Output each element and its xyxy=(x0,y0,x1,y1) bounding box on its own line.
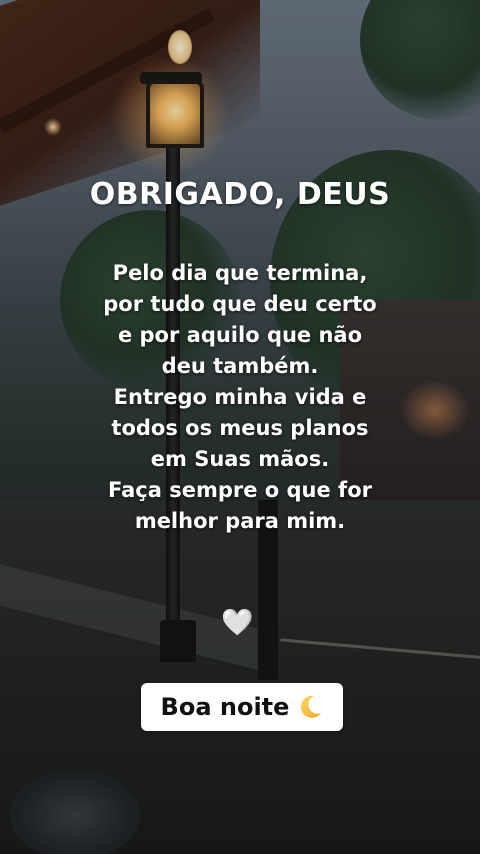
message-line: melhor para mim. xyxy=(134,509,346,533)
message-line: em Suas mãos. xyxy=(150,447,330,471)
white-heart-icon: 🤍 xyxy=(221,608,254,638)
crescent-moon-icon xyxy=(297,694,323,720)
greeting-label: Boa noite xyxy=(160,693,290,721)
greeting-badge: Boa noite xyxy=(141,683,343,731)
message-line: todos os meus planos xyxy=(111,416,369,440)
message-line: deu também. xyxy=(161,354,319,378)
message-line: por tudo que deu certo xyxy=(103,292,377,316)
page-title: OBRIGADO, DEUS xyxy=(89,177,391,212)
prayer-message: Pelo dia que termina, por tudo que deu c… xyxy=(40,258,440,537)
message-line: e por aquilo que não xyxy=(117,323,363,347)
message-line: Faça sempre o que for xyxy=(108,478,372,502)
message-line: Pelo dia que termina, xyxy=(112,261,368,285)
message-line: Entrego minha vida e xyxy=(113,385,367,409)
